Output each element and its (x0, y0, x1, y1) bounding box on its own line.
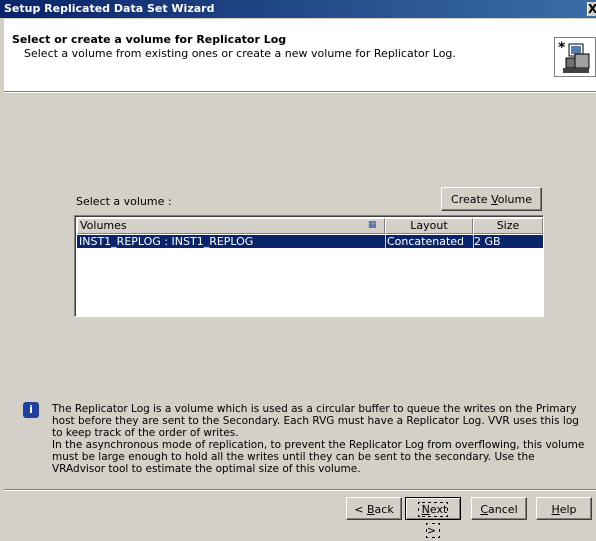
cancel-button[interactable]: Cancel (471, 497, 527, 520)
svg-text:*: * (558, 40, 566, 56)
column-header-layout[interactable]: Layout (385, 218, 473, 234)
column-header-volumes[interactable]: Volumes ▦ (77, 218, 385, 234)
column-header-label: Volumes (80, 219, 127, 232)
header-divider (4, 92, 596, 93)
table-header: Volumes ▦ Layout Size (77, 218, 543, 234)
column-header-size[interactable]: Size (473, 218, 543, 234)
window-frame (0, 18, 4, 527)
cell-size: 2 GB (474, 235, 501, 248)
wizard-computer-icon: * (554, 37, 596, 77)
page-subtitle: Select a volume from existing ones or cr… (24, 47, 456, 60)
help-button[interactable]: Help (536, 497, 592, 520)
page-title: Select or create a volume for Replicator… (12, 33, 287, 46)
wizard-header: Select or create a volume for Replicator… (4, 19, 596, 92)
column-chooser-icon[interactable]: ▦ (368, 220, 380, 231)
cell-volume: INST1_REPLOG : INST1_REPLOG (79, 235, 254, 248)
column-divider (385, 235, 386, 248)
footer-divider-highlight (4, 490, 596, 491)
table-row[interactable]: INST1_REPLOG : INST1_REPLOG Concatenated… (77, 235, 543, 248)
select-volume-label: Select a volume : (76, 195, 172, 208)
info-message: The Replicator Log is a volume which is … (52, 403, 590, 475)
window-title: Setup Replicated Data Set Wizard (4, 2, 215, 15)
next-button[interactable]: Next > (405, 497, 461, 538)
info-icon: i (23, 402, 39, 418)
volumes-table[interactable]: Volumes ▦ Layout Size INST1_REPLOG : INS… (74, 215, 544, 317)
title-bar: Setup Replicated Data Set Wizard X (0, 0, 596, 18)
info-paragraph-1: The Replicator Log is a volume which is … (52, 403, 579, 439)
back-button[interactable]: < Back (346, 497, 402, 520)
create-volume-button[interactable]: Create Volume (441, 187, 542, 211)
info-paragraph-2: In the asynchronous mode of replication,… (52, 439, 585, 475)
close-icon[interactable]: X (587, 2, 596, 16)
cell-layout: Concatenated (387, 235, 465, 248)
